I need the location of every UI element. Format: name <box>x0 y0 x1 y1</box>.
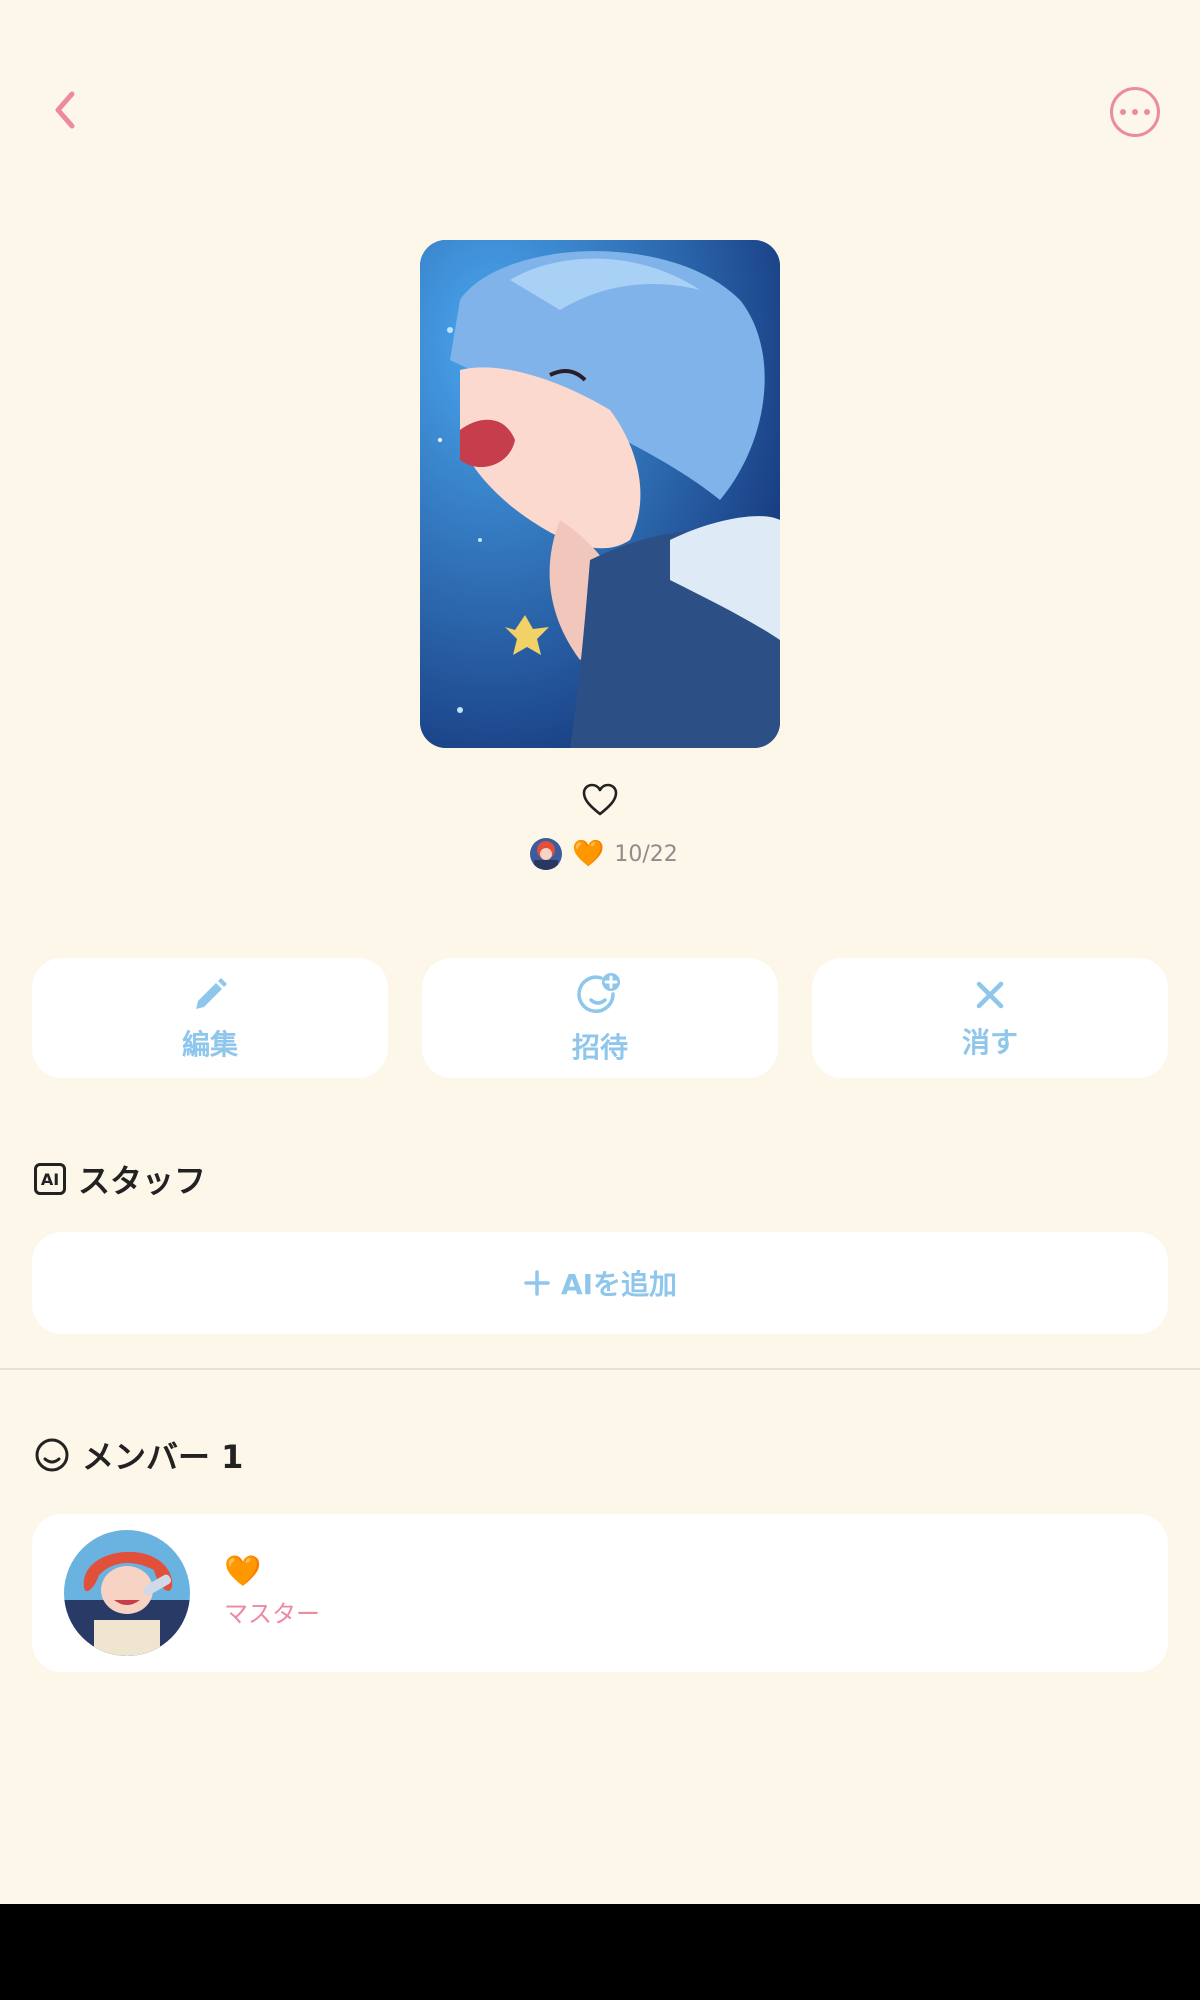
staff-section-title: AI スタッフ <box>34 1156 206 1202</box>
favorite-button[interactable] <box>580 780 620 820</box>
heart-outline-icon <box>582 783 618 816</box>
invite-label: 招待 <box>571 1031 628 1064</box>
system-navigation-bar <box>0 1904 1200 2000</box>
edit-button[interactable]: 編集 <box>32 958 388 1078</box>
invite-icon <box>577 973 620 1013</box>
cover-illustration <box>420 240 780 748</box>
invite-button[interactable]: 招待 <box>422 958 778 1078</box>
add-ai-button[interactable]: AIを追加 <box>32 1232 1168 1334</box>
created-date: 10/22 <box>614 841 678 867</box>
ai-badge-icon: AI <box>34 1163 66 1195</box>
plus-icon <box>524 1270 550 1296</box>
section-divider <box>0 1368 1200 1370</box>
add-ai-label: AIを追加 <box>560 1268 678 1301</box>
orange-heart-emoji: 🧡 <box>572 839 605 869</box>
cover-image[interactable] <box>420 240 780 748</box>
delete-button[interactable]: 消す <box>812 958 1168 1078</box>
member-list-item[interactable]: 🧡 マスター <box>32 1514 1168 1672</box>
members-title: メンバー 1 <box>82 1438 244 1476</box>
member-role: マスター <box>224 1600 320 1628</box>
more-horizontal-icon <box>1120 109 1126 115</box>
staff-title: スタッフ <box>78 1162 207 1200</box>
close-icon <box>976 981 1004 1009</box>
back-button[interactable] <box>40 80 90 140</box>
pencil-icon <box>196 978 227 1009</box>
more-options-button[interactable] <box>1110 87 1160 137</box>
member-avatar[interactable] <box>64 1530 190 1656</box>
delete-label: 消す <box>961 1026 1018 1059</box>
member-heart-emoji: 🧡 <box>224 1554 262 1589</box>
chevron-left-icon <box>55 91 75 129</box>
meta-row: 🧡 10/22 <box>530 836 678 872</box>
edit-label: 編集 <box>181 1028 238 1061</box>
members-section-title: メンバー 1 <box>34 1432 243 1478</box>
smiley-face-icon <box>35 1438 69 1472</box>
owner-avatar[interactable] <box>530 838 562 870</box>
